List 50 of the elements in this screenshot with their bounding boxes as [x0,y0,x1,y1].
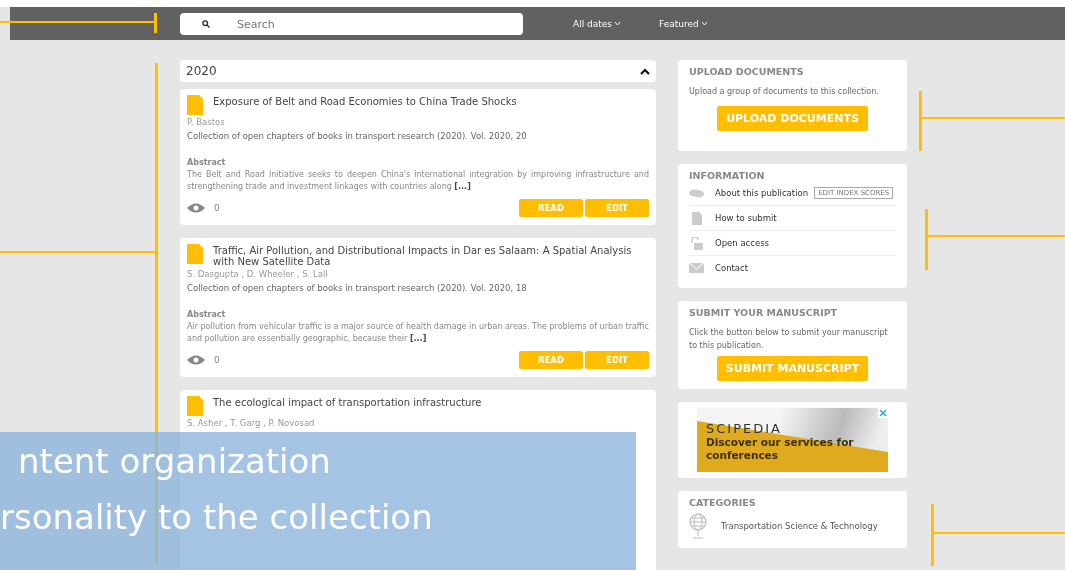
envelope-icon [689,263,704,273]
article-authors: S. Asher , T. Garg , P. Novosad [187,418,316,428]
year-title: 2020 [186,64,217,78]
more-link[interactable]: [...] [454,182,471,191]
caret-icon [614,21,621,26]
abstract-text: The Belt and Road Initiative seeks to deepen China's international integration by improving infrastructure and strengthening trade and investment linkages with countries along [...] [187,169,649,193]
speech-bubbles-icon [689,188,704,198]
document-icon [187,244,203,264]
article-authors: S. Dasgupta , D. Wheeler , S. Lall [187,269,329,279]
view-count: 0 [214,355,220,365]
globe-icon [689,512,707,540]
ad-tagline: Discover our services for conferences [706,436,855,462]
abstract-label: Abstract [187,310,227,319]
search-field[interactable]: Search [180,13,523,35]
unlocked-padlock-icon [690,236,703,250]
panel-heading: INFORMATION [689,170,766,181]
filter-dropdown[interactable]: Featured [659,18,708,29]
annotation-text: ntent organization [18,440,331,482]
caret-icon [700,21,708,26]
eye-icon [187,355,205,365]
article-source: Collection of open chapters of books in transport research (2020). Vol. 2020, 20 [187,131,528,141]
document-icon [187,95,203,115]
search-icon [202,19,210,28]
close-icon[interactable] [878,408,888,418]
info-link[interactable]: About this publication [715,188,809,198]
panel-heading: SUBMIT YOUR MANUSCRIPT [689,307,839,318]
chevron-up-icon[interactable] [640,67,650,75]
eye-icon [187,203,205,213]
article-title[interactable]: Traffic, Air Pollution, and Distributional Impacts in Dar es Salaam: A Spatial Analysis with New Satellite Data [213,244,649,267]
info-link[interactable]: Contact [715,263,749,273]
panel-heading: CATEGORIES [689,497,757,508]
filter-dropdown[interactable]: All dates [573,18,621,29]
article-source: Collection of open chapters of books in transport research (2020). Vol. 2020, 18 [187,283,528,293]
more-link[interactable]: [...] [409,334,427,343]
year-group-header[interactable]: 2020 [180,60,656,82]
category-link[interactable]: Transportation Science & Technology [721,521,878,531]
abstract-label: Abstract [187,158,227,167]
panel-text: Upload a group of documents to this collection. [689,86,880,98]
view-count: 0 [214,203,220,213]
panel-text: Click the button below to submit your manuscript to this publication. [689,327,889,352]
abstract-text: Air pollution from vehicular traffic is a major source of health damage in urban areas. The problems of urban traffic and pollution are essentially geographic, because their [...] [187,321,649,345]
article-title[interactable]: The ecological impact of transportation infrastructure [213,396,482,408]
document-icon [691,211,702,225]
article-title[interactable]: Exposure of Belt and Road Economies to China Trade Shocks [213,95,517,107]
annotation-text: rsonality to the collection [0,496,433,538]
info-link[interactable]: How to submit [715,213,777,223]
document-icon [187,396,203,416]
panel-heading: UPLOAD DOCUMENTS [689,66,805,77]
info-link[interactable]: Open access [715,238,770,248]
article-authors: P. Bastos [187,117,226,127]
